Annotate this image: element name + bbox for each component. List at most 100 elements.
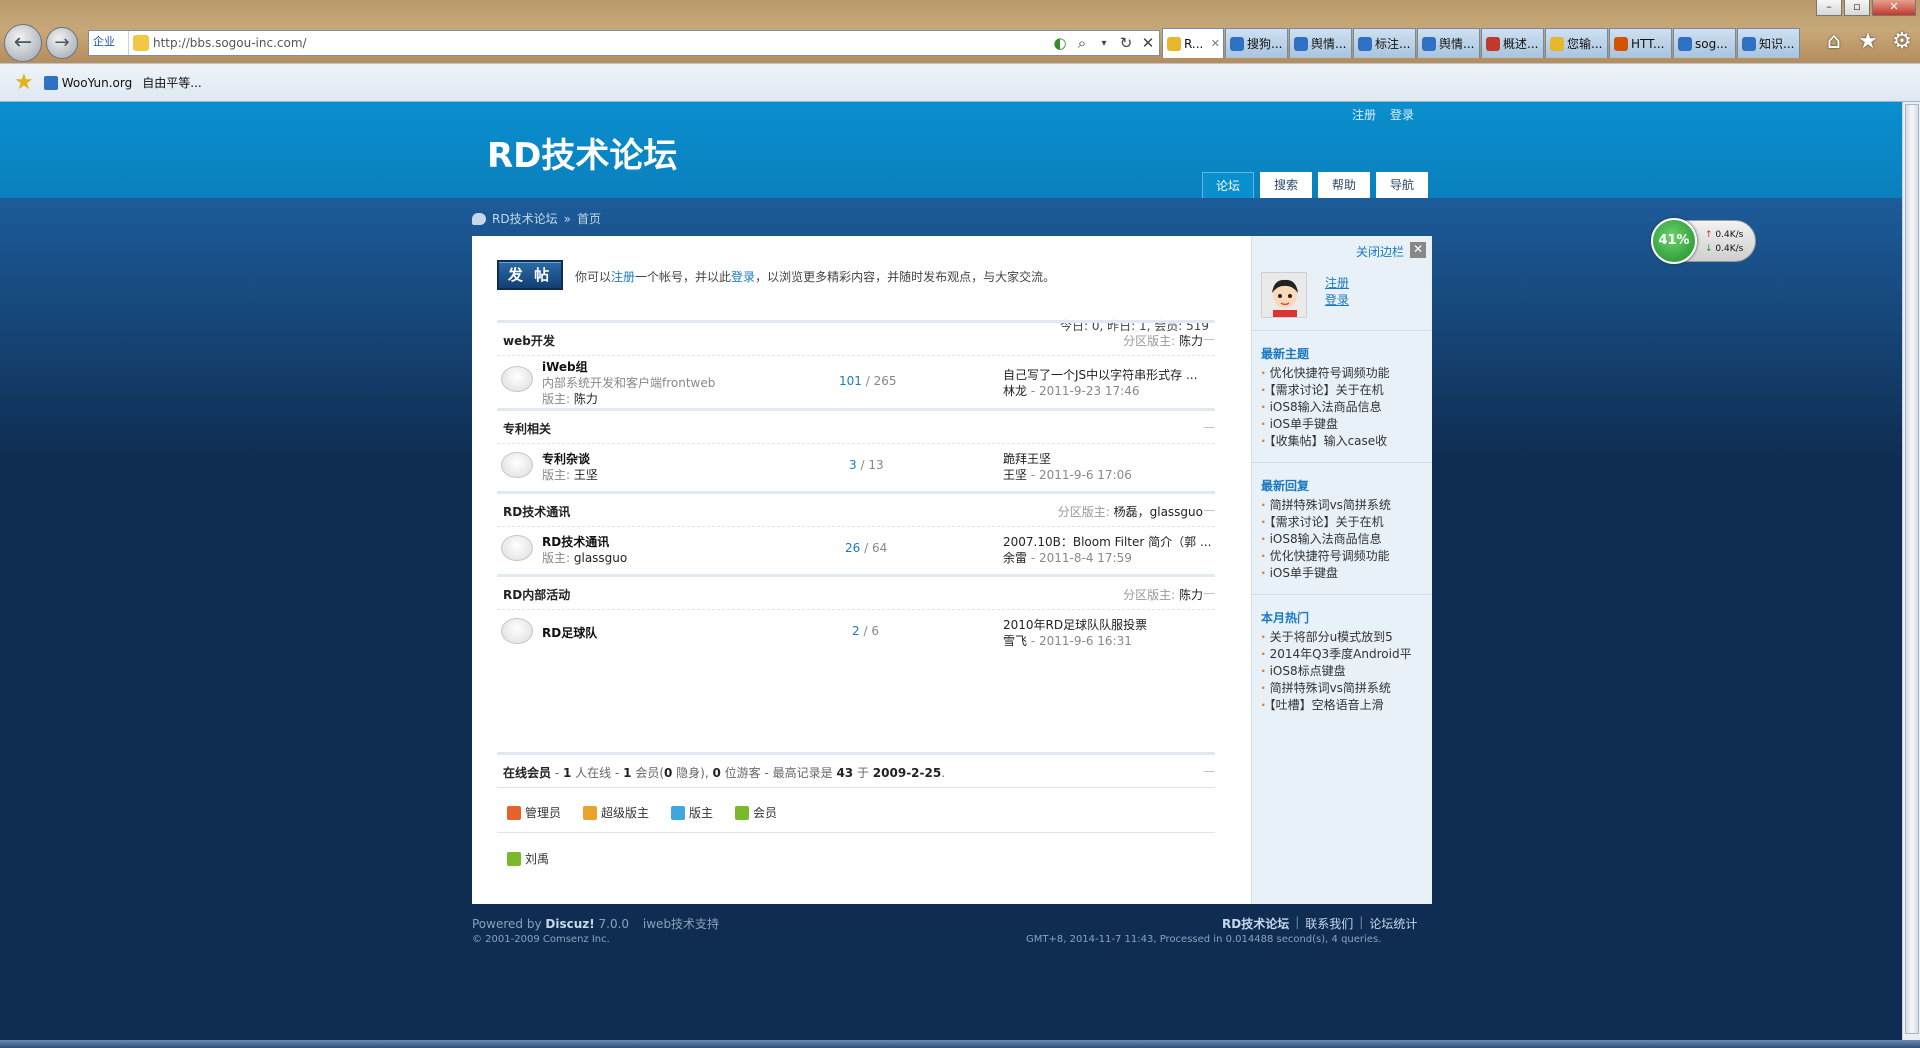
sidebar-register-link[interactable]: 注册 <box>1325 274 1349 291</box>
section-title[interactable]: RD技术通讯 <box>503 503 570 520</box>
footer-contact-link[interactable]: 联系我们 <box>1305 915 1353 932</box>
last-post-author-link[interactable]: 林龙 <box>1003 384 1027 398</box>
sidebar-list-item[interactable]: 【需求讨论】关于在机 <box>1261 381 1427 398</box>
sidebar-list-item[interactable]: 【需求讨论】关于在机 <box>1261 513 1427 530</box>
last-post-author-link[interactable]: 雪飞 <box>1003 634 1027 648</box>
browser-tab[interactable]: 舆情... <box>1289 28 1352 58</box>
browser-tab[interactable]: 概述... <box>1481 28 1544 58</box>
collapse-icon[interactable]: — <box>1203 586 1215 600</box>
section-title[interactable]: web开发 <box>503 332 555 349</box>
forum-name-link[interactable]: iWeb组 <box>542 358 588 375</box>
section-title[interactable]: 专利相关 <box>503 420 551 437</box>
forum-content: 发 帖 你可以注册一个帐号，并以此登录，以浏览更多精彩内容，并随时发布观点，与大… <box>497 236 1215 904</box>
browser-tab[interactable]: 标注... <box>1353 28 1416 58</box>
footer-site-link[interactable]: RD技术论坛 <box>1222 915 1289 932</box>
sidebar-list-item[interactable]: 简拼特殊词vs简拼系统 <box>1261 679 1427 696</box>
sidebar-login-link[interactable]: 登录 <box>1325 291 1349 308</box>
sidebar-list-item[interactable]: 2014年Q3季度Android平 <box>1261 645 1427 662</box>
browser-tab[interactable]: R... ✕ <box>1162 28 1224 58</box>
back-button[interactable]: ← <box>4 24 42 62</box>
forum-name-link[interactable]: RD技术通讯 <box>542 533 609 550</box>
welcome-register-link[interactable]: 注册 <box>611 270 635 284</box>
page-scrollbar[interactable] <box>1902 102 1920 1040</box>
post-count: 64 <box>871 541 888 555</box>
sidebar-list-item[interactable]: 关于将部分u模式放到5 <box>1261 628 1427 645</box>
scrollbar-thumb[interactable] <box>1905 104 1919 1034</box>
refresh-icon[interactable]: ↻ <box>1115 34 1137 52</box>
online-user[interactable]: 刘禹 <box>507 850 549 867</box>
browser-tab[interactable]: 您输... <box>1545 28 1608 58</box>
favorites-star-icon[interactable]: ★ <box>1856 30 1880 54</box>
compat-view-icon[interactable]: ◐ <box>1049 34 1071 52</box>
sidebar-list-item[interactable]: 优化快捷符号调频功能 <box>1261 547 1427 564</box>
site-logo-title[interactable]: RD技术论坛 <box>487 128 677 177</box>
stop-icon[interactable]: ✕ <box>1137 34 1159 52</box>
minimize-button[interactable]: – <box>1816 0 1842 16</box>
moderator-names[interactable]: 陈力 <box>1179 334 1203 348</box>
browser-tab[interactable]: sog... <box>1673 28 1736 58</box>
last-post-title-link[interactable]: 2007.10B：Bloom Filter 简介（郭 ... <box>1003 533 1213 550</box>
new-post-button[interactable]: 发 帖 <box>497 260 563 290</box>
home-icon[interactable]: ⌂ <box>1822 30 1846 54</box>
moderator-names[interactable]: 杨磊，glassguo <box>1114 505 1203 519</box>
sidebar-list-item[interactable]: iOS单手键盘 <box>1261 564 1427 581</box>
last-post-author-link[interactable]: 余雷 <box>1003 551 1027 565</box>
nav-tab-search[interactable]: 搜索 <box>1260 172 1312 198</box>
section-title[interactable]: RD内部活动 <box>503 586 570 603</box>
last-post-author-link[interactable]: 王坚 <box>1003 468 1027 482</box>
moderator-name-link[interactable]: glassguo <box>574 551 627 565</box>
browser-tab[interactable]: HTT... <box>1609 28 1672 58</box>
tab-close-icon[interactable]: ✕ <box>1211 37 1220 50</box>
browser-tab[interactable]: 舆情... <box>1417 28 1480 58</box>
moderator-name-link[interactable]: 陈力 <box>574 392 598 406</box>
footer-stats-link[interactable]: 论坛统计 <box>1369 915 1417 932</box>
sidebar-list-item[interactable]: iOS单手键盘 <box>1261 415 1427 432</box>
discuz-link[interactable]: Discuz! <box>545 917 594 931</box>
search-icon[interactable]: ⌕ <box>1071 34 1093 52</box>
security-zone[interactable]: 企业 <box>89 31 129 55</box>
breadcrumb-home[interactable]: RD技术论坛 <box>492 210 558 227</box>
url-input[interactable]: http://bbs.sogou-inc.com/ <box>153 36 1049 50</box>
moderator-name-link[interactable]: 王坚 <box>574 468 598 482</box>
breadcrumb-current: 首页 <box>576 212 601 226</box>
sidebar-list-item[interactable]: 【收集帖】输入case收 <box>1261 432 1427 449</box>
last-post-title-link[interactable]: 2010年RD足球队队服投票 <box>1003 616 1213 633</box>
dropdown-icon[interactable]: ▾ <box>1093 38 1115 49</box>
last-post-title-link[interactable]: 跪拜王坚 <box>1003 450 1213 467</box>
sidebar-list-item[interactable]: iOS8输入法商品信息 <box>1261 398 1427 415</box>
top-login-link[interactable]: 登录 <box>1390 106 1414 123</box>
browser-tab[interactable]: 搜狗... <box>1225 28 1288 58</box>
online-collapse-icon[interactable]: — <box>1203 764 1215 778</box>
nav-tab-forum[interactable]: 论坛 <box>1202 172 1254 198</box>
address-bar[interactable]: 企业 http://bbs.sogou-inc.com/ ◐ ⌕ ▾ ↻ ✕ <box>88 30 1160 56</box>
browser-tab[interactable]: 知识... <box>1737 28 1800 58</box>
sidebar-list-item[interactable]: iOS8输入法商品信息 <box>1261 530 1427 547</box>
online-title[interactable]: 在线会员 <box>503 766 551 780</box>
network-speed-widget[interactable]: 41% 0.4K/s 0.4K/s <box>1651 218 1756 264</box>
top-register-link[interactable]: 注册 <box>1352 106 1376 123</box>
add-favorite-star-icon[interactable]: ★ <box>14 70 34 95</box>
settings-gear-icon[interactable]: ⚙ <box>1890 30 1914 54</box>
favorite-link-2[interactable]: 自由平等... <box>142 74 201 91</box>
maximize-button[interactable]: ▫ <box>1844 0 1870 16</box>
forward-button[interactable]: → <box>46 27 78 59</box>
sidebar-list-item[interactable]: 优化快捷符号调频功能 <box>1261 364 1427 381</box>
forum-name-link[interactable]: RD足球队 <box>542 624 597 641</box>
favorite-link-wooyun[interactable]: WooYun.org <box>43 75 132 90</box>
sidebar-list-item[interactable]: iOS8标点键盘 <box>1261 662 1427 679</box>
close-sidebar-link[interactable]: 关闭边栏 <box>1356 243 1404 260</box>
close-icon[interactable]: ✕ <box>1410 242 1426 258</box>
nav-tab-help[interactable]: 帮助 <box>1318 172 1370 198</box>
sidebar-list-item[interactable]: 简拼特殊词vs简拼系统 <box>1261 496 1427 513</box>
window-close-button[interactable]: ✕ <box>1872 0 1916 16</box>
welcome-login-link[interactable]: 登录 <box>731 270 755 284</box>
collapse-icon[interactable]: — <box>1203 332 1215 346</box>
last-post-title-link[interactable]: 自己写了一个JS中以字符串形式存 ... <box>1003 366 1213 383</box>
nav-tab-navigation[interactable]: 导航 <box>1376 172 1428 198</box>
collapse-icon[interactable]: — <box>1203 420 1215 434</box>
support-link[interactable]: iweb技术支持 <box>643 917 719 931</box>
moderator-names[interactable]: 陈力 <box>1179 588 1203 602</box>
collapse-icon[interactable]: — <box>1203 503 1215 517</box>
sidebar-list-item[interactable]: 【吐槽】空格语音上滑 <box>1261 696 1427 713</box>
forum-name-link[interactable]: 专利杂谈 <box>542 450 590 467</box>
